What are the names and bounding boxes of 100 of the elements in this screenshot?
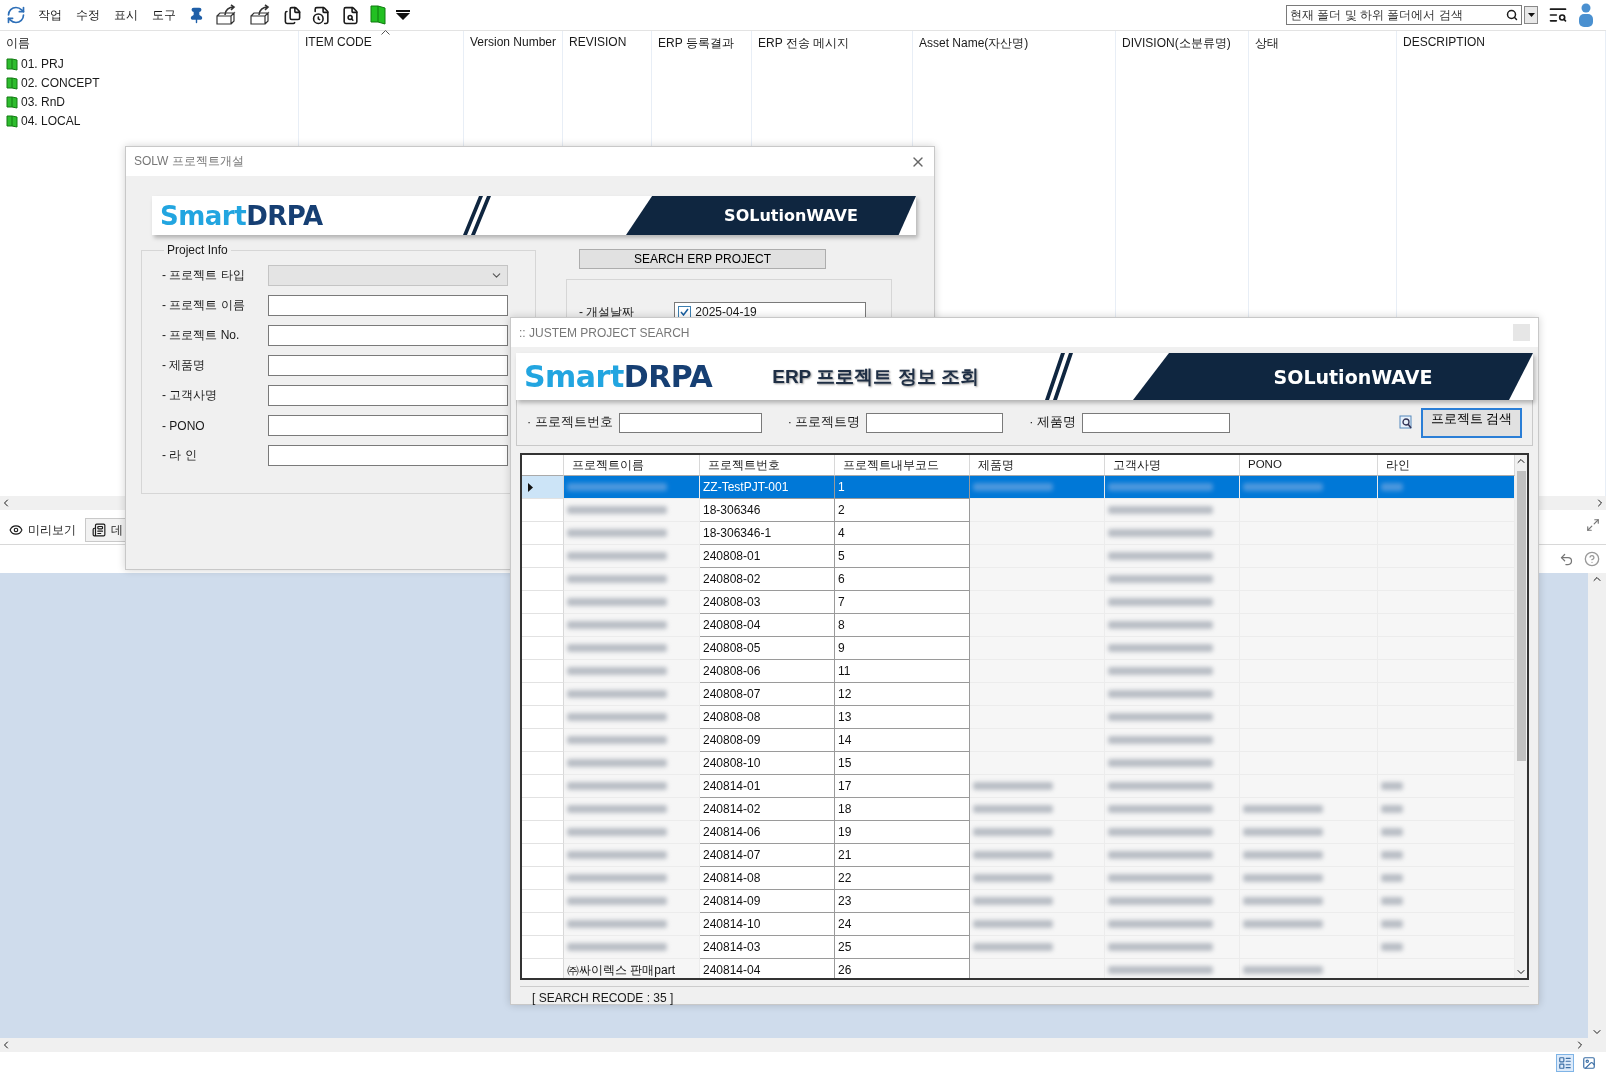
table-cell: 240808-05 [700, 637, 835, 660]
caret-icon [1527, 13, 1535, 17]
date-value: 2025-04-19 [695, 305, 757, 319]
table-cell: 240808-07 [700, 683, 835, 706]
input-field[interactable] [1081, 412, 1230, 433]
column-header[interactable]: REVISION [563, 31, 652, 52]
input-field[interactable] [618, 412, 762, 433]
tree-item[interactable]: 04. LOCAL [6, 113, 292, 129]
tree-item[interactable]: 03. RnD [6, 94, 292, 110]
product-logo: SmartDRPA [524, 359, 713, 394]
menu-item[interactable]: 작업 [36, 6, 64, 24]
field-label: - 프로젝트 이름 [162, 297, 246, 314]
table-cell: 240814-04 [700, 959, 835, 978]
project-search-button[interactable]: 프로젝트 검색 [1421, 407, 1522, 438]
redacted-text [1381, 943, 1403, 951]
column-header[interactable]: 제품명 [970, 455, 1105, 476]
field-label: - 제품명 [162, 357, 207, 374]
input-field[interactable] [268, 415, 508, 436]
column-header[interactable]: ERP 등록결과 [652, 31, 752, 52]
list-search-icon[interactable] [1548, 5, 1568, 25]
search-field[interactable]: 현재 폴더 및 하위 폴더에서 검색 [1286, 5, 1522, 25]
scrollbar[interactable] [1588, 573, 1606, 1038]
check-icon [680, 308, 690, 316]
input-field[interactable] [268, 355, 508, 376]
book-icon[interactable] [370, 5, 386, 25]
search-icon[interactable] [1506, 9, 1518, 21]
help-icon[interactable] [1584, 551, 1600, 567]
table-cell: 240814-07 [700, 844, 835, 867]
redacted-text [1381, 851, 1403, 859]
table-cell: ㈜싸이렉스 판매part [564, 959, 700, 978]
input-field[interactable] [866, 412, 1004, 433]
column-header[interactable]: 상태 [1249, 31, 1397, 52]
column-header[interactable]: 이름 [0, 31, 299, 52]
document-clock-icon[interactable] [312, 5, 331, 25]
table-cell: 18-306346 [700, 499, 835, 522]
dropdown-caret-icon[interactable] [396, 10, 410, 20]
redacted-text [1381, 874, 1403, 882]
table-cell: 240808-04 [700, 614, 835, 637]
undo-icon[interactable] [1559, 551, 1574, 567]
magnifier-icon[interactable] [1399, 415, 1413, 430]
brand-logo: SOLutionWAVE [724, 206, 858, 225]
document-search-icon[interactable] [341, 5, 360, 25]
input-field[interactable] [268, 325, 508, 346]
menu-item[interactable]: 표시 [112, 6, 140, 24]
table-cell: 22 [835, 867, 970, 890]
column-header[interactable]: Version Number [464, 31, 563, 52]
table-cell: 8 [835, 614, 970, 637]
field-label: - PONO [162, 418, 206, 433]
table-cell: 240814-08 [700, 867, 835, 890]
input-field[interactable] [268, 295, 508, 316]
dropdown-button[interactable] [1524, 6, 1538, 24]
column-header[interactable]: Asset Name(자산명) [913, 31, 1116, 52]
table-cell: 4 [835, 522, 970, 545]
scrollbar[interactable] [0, 1038, 1606, 1052]
filter-label: · 제품명 [1029, 414, 1076, 431]
redacted-text [1381, 828, 1403, 836]
copy-icon[interactable] [283, 5, 302, 25]
pin-icon[interactable] [188, 6, 205, 24]
table-cell: 14 [835, 729, 970, 752]
menu-item[interactable]: 도구 [150, 6, 178, 24]
table-cell: 240814-09 [700, 890, 835, 913]
column-header[interactable]: 프로젝트내부코드 [835, 455, 970, 476]
column-header[interactable]: 라인 [1378, 455, 1515, 476]
column-header[interactable]: 프로젝트이름 [564, 455, 700, 476]
filter-label: · 프로젝트번호 [527, 414, 613, 431]
book-icon [6, 57, 18, 71]
column-header[interactable]: 프로젝트번호 [700, 455, 835, 476]
table-cell: 240814-03 [700, 936, 835, 959]
brand-logo: SOLutionWAVE [1273, 365, 1433, 388]
view-toggle-button[interactable] [1556, 1053, 1574, 1072]
user-icon[interactable] [1578, 3, 1594, 27]
table-cell: 240814-01 [700, 775, 835, 798]
table-cell: 19 [835, 821, 970, 844]
table-cell: 26 [835, 959, 970, 978]
table-cell: 17 [835, 775, 970, 798]
search-erp-button[interactable]: SEARCH ERP PROJECT [579, 249, 826, 269]
refresh-icon[interactable] [6, 5, 26, 25]
column-header[interactable]: PONO [1240, 455, 1378, 476]
menu-item[interactable]: 수정 [74, 6, 102, 24]
expand-icon[interactable] [1586, 518, 1600, 532]
column-header[interactable]: ERP 전송 메시지 [752, 31, 913, 52]
redacted-text [1381, 920, 1403, 928]
tree-item[interactable]: 02. CONCEPT [6, 75, 292, 91]
table-cell: 18-306346-1 [700, 522, 835, 545]
table-cell: ZZ-TestPJT-001 [700, 476, 835, 499]
select-field[interactable] [268, 265, 508, 286]
preview-icon [9, 523, 23, 537]
book-icon [6, 95, 18, 109]
column-header[interactable]: DESCRIPTION [1397, 31, 1606, 52]
list-view-icon [1558, 1055, 1572, 1070]
input-field[interactable] [268, 445, 508, 466]
column-header[interactable]: ITEM CODE [299, 31, 464, 52]
tree-item[interactable]: 01. PRJ [6, 56, 292, 72]
scrollbar-thumb[interactable] [1516, 471, 1526, 761]
group-title: Project Info [166, 243, 229, 257]
column-header[interactable]: 고객사명 [1105, 455, 1240, 476]
image-icon [1582, 1055, 1596, 1070]
row-header[interactable] [522, 476, 564, 499]
column-header[interactable]: DIVISION(소분류명) [1116, 31, 1249, 52]
input-field[interactable] [268, 385, 508, 406]
